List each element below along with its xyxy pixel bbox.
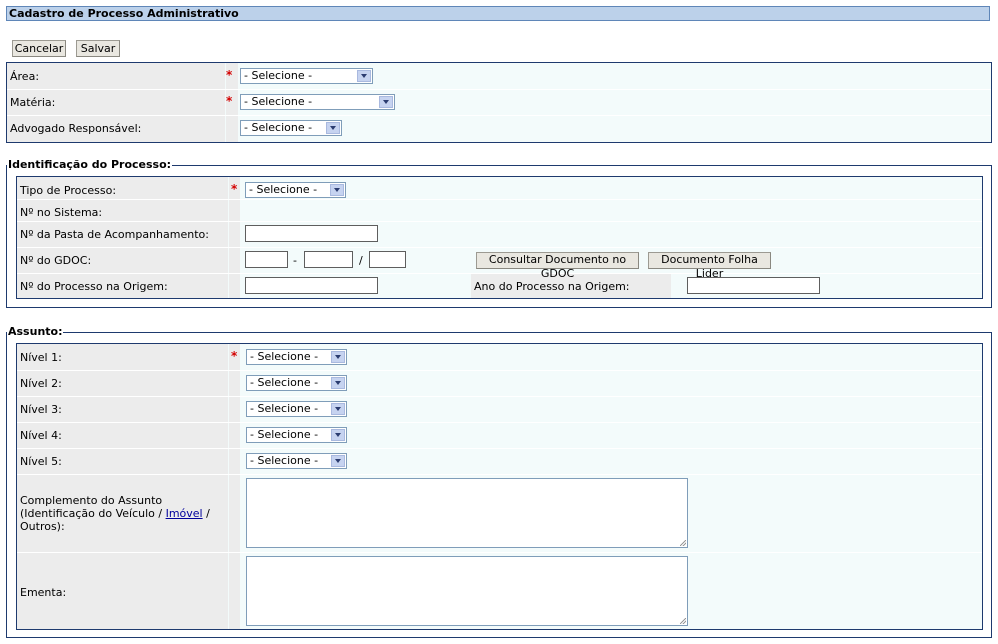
required-icon: * [231,182,238,196]
materia-label: Matéria: [10,96,56,109]
processo-origem-input[interactable] [245,277,378,294]
tipo-processo-label: Tipo de Processo: [20,184,117,197]
processo-origem-label: Nº do Processo na Origem: [20,280,168,293]
cancel-button[interactable]: Cancelar [12,40,66,57]
chevron-down-icon [331,403,345,415]
area-label: Área: [10,70,40,83]
chevron-down-icon [326,122,340,134]
gdoc-input-2[interactable] [304,251,353,268]
gdoc-input-1[interactable] [245,251,288,268]
imovel-link[interactable]: Imóvel [166,507,203,520]
nivel-1-select[interactable]: - Selecione - [246,349,347,365]
required-icon: * [231,349,238,363]
assunto-legend: Assunto: [7,325,64,338]
ano-origem-label: Ano do Processo na Origem: [474,280,630,293]
chevron-down-icon [331,377,345,389]
tipo-processo-select[interactable]: - Selecione - [245,182,346,198]
materia-select[interactable]: - Selecione - [240,94,395,110]
identificacao-legend: Identificação do Processo: [7,158,173,171]
chevron-down-icon [331,351,345,363]
ementa-label: Ementa: [20,586,67,599]
complemento-label: Complemento do Assunto (Identificação do… [20,494,210,533]
nivel-2-label: Nível 2: [20,377,62,390]
documento-folha-lider-button[interactable]: Documento Folha Lider [648,252,771,280]
nivel-4-label: Nível 4: [20,429,62,442]
numero-sistema-label: Nº no Sistema: [20,206,103,219]
required-icon: * [226,94,233,108]
page-title: Cadastro de Processo Administrativo [6,6,990,21]
nivel-2-select[interactable]: - Selecione - [246,375,347,391]
complemento-textarea[interactable] [246,478,688,548]
nivel-3-label: Nível 3: [20,403,62,416]
chevron-down-icon [379,96,393,108]
chevron-down-icon [331,455,345,467]
required-icon: * [226,68,233,82]
nivel-4-select[interactable]: - Selecione - [246,427,347,443]
gdoc-label: Nº do GDOC: [20,254,92,267]
pasta-input[interactable] [245,225,378,242]
general-panel: Área: * - Selecione - Matéria: * - Selec… [6,62,992,143]
ementa-textarea[interactable] [246,556,688,626]
nivel-1-label: Nível 1: [20,351,62,364]
ano-origem-input[interactable] [687,277,820,294]
advogado-label: Advogado Responsável: [10,122,142,135]
assunto-panel: Nível 1: * - Selecione - Nível 2: - Sele… [16,343,983,630]
chevron-down-icon [357,70,371,82]
identificacao-panel: Tipo de Processo: * - Selecione - Nº no … [16,176,983,299]
pasta-label: Nº da Pasta de Acompanhamento: [20,228,209,241]
nivel-5-select[interactable]: - Selecione - [246,453,347,469]
save-button[interactable]: Salvar [76,40,120,57]
advogado-select[interactable]: - Selecione - [240,120,342,136]
nivel-3-select[interactable]: - Selecione - [246,401,347,417]
area-select[interactable]: - Selecione - [240,68,373,84]
gdoc-input-3[interactable] [369,251,406,268]
consultar-gdoc-button[interactable]: Consultar Documento no GDOC [476,252,639,280]
chevron-down-icon [331,429,345,441]
chevron-down-icon [330,184,344,196]
nivel-5-label: Nível 5: [20,455,62,468]
